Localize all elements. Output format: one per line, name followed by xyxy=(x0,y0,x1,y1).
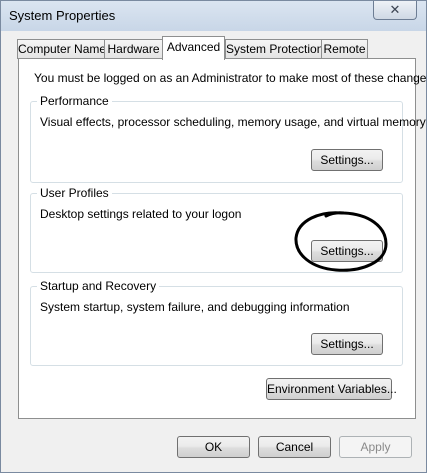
startup-recovery-group-title: Startup and Recovery xyxy=(37,279,160,293)
apply-button[interactable]: Apply xyxy=(339,436,412,458)
tab-hardware[interactable]: Hardware xyxy=(104,39,163,59)
performance-group: Performance Visual effects, processor sc… xyxy=(30,94,426,183)
startup-recovery-settings-button[interactable]: Settings... xyxy=(311,333,383,355)
performance-group-title: Performance xyxy=(37,94,112,108)
advanced-tab-panel: You must be logged on as an Administrato… xyxy=(18,58,427,419)
startup-recovery-description: System startup, system failure, and debu… xyxy=(40,300,350,314)
admin-note: You must be logged on as an Administrato… xyxy=(34,71,427,85)
tab-remote[interactable]: Remote xyxy=(321,39,368,59)
close-button[interactable]: ✕ xyxy=(373,1,417,20)
tab-system-protection[interactable]: System Protection xyxy=(225,39,323,59)
performance-settings-button[interactable]: Settings... xyxy=(311,149,383,171)
cancel-button[interactable]: Cancel xyxy=(258,436,331,458)
user-profiles-settings-button[interactable]: Settings... xyxy=(311,240,383,262)
window-title: System Properties xyxy=(9,8,116,23)
ok-button[interactable]: OK xyxy=(177,436,250,458)
title-bar[interactable]: System Properties ✕ xyxy=(1,1,426,31)
tab-advanced[interactable]: Advanced xyxy=(162,36,225,60)
performance-description: Visual effects, processor scheduling, me… xyxy=(40,115,426,129)
environment-variables-button[interactable]: Environment Variables... xyxy=(266,378,397,400)
tab-computer-name[interactable]: Computer Name xyxy=(17,39,106,59)
close-icon: ✕ xyxy=(389,2,401,17)
user-profiles-description: Desktop settings related to your logon xyxy=(40,207,242,221)
startup-recovery-group: Startup and Recovery System startup, sys… xyxy=(30,279,403,366)
user-profiles-group: User Profiles Desktop settings related t… xyxy=(30,186,403,273)
system-properties-dialog: System Properties ✕ Computer Name Hardwa… xyxy=(0,0,427,473)
user-profiles-group-title: User Profiles xyxy=(37,186,112,200)
